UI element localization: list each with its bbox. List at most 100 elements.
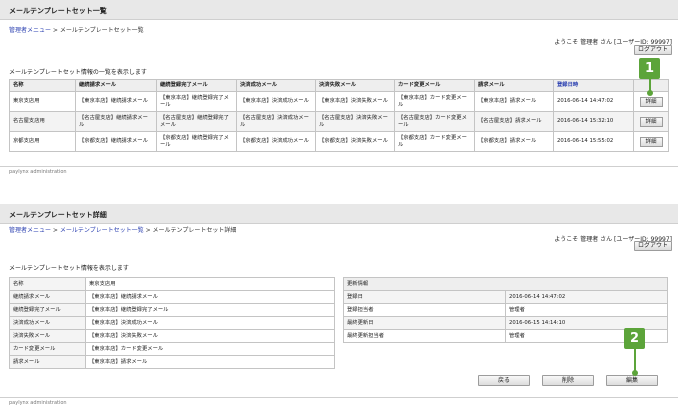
edit-button[interactable]: 編集 (606, 375, 658, 386)
detail-breadcrumb: 管理者メニュー > メールテンプレートセット一覧 > メールテンプレートセット詳… (9, 227, 237, 234)
step-marker-2: 2 (624, 328, 645, 349)
detail-page-title: メールテンプレートセット詳細 (9, 211, 107, 219)
column-header: 名称 (9, 79, 76, 92)
breadcrumb-list-link[interactable]: メールテンプレートセット一覧 (60, 227, 144, 234)
detail-button[interactable]: 詳細 (639, 96, 663, 107)
table-cell-date: 2016-06-14 14:47:02 (553, 91, 634, 112)
footer-text: paylynx administration (9, 169, 67, 175)
detail-row: 登録日 2016-06-14 14:47:02 (343, 290, 668, 304)
detail-button[interactable]: 詳細 (639, 116, 663, 127)
table-cell: 【京都支店】決済成功メール (236, 131, 316, 152)
table-cell: 【名古屋支店】請求メール (474, 111, 554, 132)
field-value: 【東京本店】決済成功メール (85, 316, 335, 330)
list-description: メールテンプレートセット情報の一覧を表示します (9, 69, 147, 76)
template-set-table: 名称 継続請求メール 継続登録完了メール 決済成功メール 決済失敗メール カード… (9, 79, 669, 152)
detail-row: カード変更メール 【東京本店】カード変更メール (9, 342, 335, 356)
table-cell-date: 2016-06-14 15:32:10 (553, 111, 634, 132)
table-row: 東京支店用 【東京本店】継続請求メール 【東京本店】継続登録完了メール 【東京本… (9, 91, 669, 112)
back-button[interactable]: 戻る (478, 375, 530, 386)
table-cell: 【東京本店】決済失敗メール (315, 91, 395, 112)
table-cell-action: 詳細 (633, 111, 669, 132)
table-cell: 【名古屋支店】決済失敗メール (315, 111, 395, 132)
step-marker-2-dot (632, 370, 638, 376)
cell-name: 京都支店用 (9, 131, 76, 152)
sort-column-header-registered-at[interactable]: 登録日時 (553, 79, 634, 92)
field-value: 【東京本店】カード変更メール (85, 342, 335, 356)
table-cell: 【名古屋支店】継続登録完了メール (156, 111, 237, 132)
table-cell: 【京都支店】継続請求メール (75, 131, 157, 152)
update-info-header-row: 更新情報 (343, 277, 668, 291)
detail-description: メールテンプレートセット情報を表示します (9, 265, 129, 272)
column-header: 決済失敗メール (315, 79, 395, 92)
step-marker-1: 1 (639, 58, 660, 79)
template-set-detail-table: 名称 東京支店用 継続請求メール 【東京本店】継続請求メール 継続登録完了メール 【東… (9, 277, 335, 369)
table-cell: 【名古屋支店】決済成功メール (236, 111, 316, 132)
cell-name: 東京支店用 (9, 91, 76, 112)
table-cell: 【東京本店】請求メール (474, 91, 554, 112)
update-info-table: 更新情報 登録日 2016-06-14 14:47:02 登録担当者 管理者 最終更… (343, 277, 668, 343)
breadcrumb-admin-menu-link[interactable]: 管理者メニュー (9, 27, 51, 34)
detail-title-bar: メールテンプレートセット詳細 (0, 204, 678, 224)
field-label: カード変更メール (9, 342, 86, 356)
list-page-title: メールテンプレートセット一覧 (9, 7, 107, 15)
detail-row: 決済失敗メール 【東京本店】決済失敗メール (9, 329, 335, 343)
detail-row: 最終更新担当者 管理者 (343, 329, 668, 343)
table-row: 京都支店用 【京都支店】継続請求メール 【京都支店】継続登録完了メール 【京都支… (9, 131, 669, 152)
field-label: 継続請求メール (9, 290, 86, 304)
field-value: 2016-06-14 14:47:02 (505, 290, 668, 304)
update-info-header: 更新情報 (343, 277, 668, 291)
table-cell: 【名古屋支店】カード変更メール (394, 111, 475, 132)
logout-button[interactable]: ログアウト (634, 45, 672, 55)
list-breadcrumb: 管理者メニュー > メールテンプレートセット一覧 (9, 27, 144, 34)
table-cell: 【東京本店】カード変更メール (394, 91, 475, 112)
table-cell: 【京都支店】継続登録完了メール (156, 131, 237, 152)
footer-divider (0, 397, 678, 398)
field-label: 決済失敗メール (9, 329, 86, 343)
table-cell-date: 2016-06-14 15:55:02 (553, 131, 634, 152)
table-cell: 【京都支店】カード変更メール (394, 131, 475, 152)
footer-text: paylynx administration (9, 400, 67, 406)
field-label: 最終更新担当者 (343, 329, 506, 343)
column-header: 継続請求メール (75, 79, 157, 92)
detail-row: 名称 東京支店用 (9, 277, 335, 291)
detail-row: 決済成功メール 【東京本店】決済成功メール (9, 316, 335, 330)
column-header: 決済成功メール (236, 79, 316, 92)
detail-button[interactable]: 詳細 (639, 136, 663, 147)
field-label: 継続登録完了メール (9, 303, 86, 317)
table-cell: 【京都支店】決済失敗メール (315, 131, 395, 152)
field-label: 請求メール (9, 355, 86, 369)
detail-row: 登録担当者 管理者 (343, 303, 668, 317)
delete-button[interactable]: 削除 (542, 375, 594, 386)
field-value: 管理者 (505, 303, 668, 317)
detail-row: 継続登録完了メール 【東京本店】継続登録完了メール (9, 303, 335, 317)
field-label: 決済成功メール (9, 316, 86, 330)
cell-name: 名古屋支店用 (9, 111, 76, 132)
field-label: 最終更新日 (343, 316, 506, 330)
detail-row: 継続請求メール 【東京本店】継続請求メール (9, 290, 335, 304)
table-cell: 【京都支店】請求メール (474, 131, 554, 152)
list-title-bar: メールテンプレートセット一覧 (0, 0, 678, 20)
field-label: 登録日 (343, 290, 506, 304)
breadcrumb-admin-menu-link[interactable]: 管理者メニュー (9, 227, 51, 234)
table-row: 名古屋支店用 【名古屋支店】継続請求メール 【名古屋支店】継続登録完了メール 【… (9, 111, 669, 132)
table-cell-action: 詳細 (633, 131, 669, 152)
field-value: 【東京本店】継続請求メール (85, 290, 335, 304)
table-cell: 【東京本店】継続請求メール (75, 91, 157, 112)
table-cell: 【東京本店】決済成功メール (236, 91, 316, 112)
field-label: 登録担当者 (343, 303, 506, 317)
footer-divider (0, 166, 678, 167)
detail-row: 最終更新日 2016-06-15 14:14:10 (343, 316, 668, 330)
field-value: 東京支店用 (85, 277, 335, 291)
detail-row: 請求メール 【東京本店】請求メール (9, 355, 335, 369)
column-header: カード変更メール (394, 79, 475, 92)
breadcrumb-current: メールテンプレートセット一覧 (59, 27, 144, 34)
field-label: 名称 (9, 277, 86, 291)
table-header-row: 名称 継続請求メール 継続登録完了メール 決済成功メール 決済失敗メール カード… (9, 79, 669, 92)
field-value: 【東京本店】決済失敗メール (85, 329, 335, 343)
table-cell: 【名古屋支店】継続請求メール (75, 111, 157, 132)
logout-button[interactable]: ログアウト (634, 241, 672, 251)
step-marker-1-dot (647, 90, 653, 96)
field-value: 【東京本店】継続登録完了メール (85, 303, 335, 317)
column-header: 請求メール (474, 79, 554, 92)
table-cell: 【東京本店】継続登録完了メール (156, 91, 237, 112)
